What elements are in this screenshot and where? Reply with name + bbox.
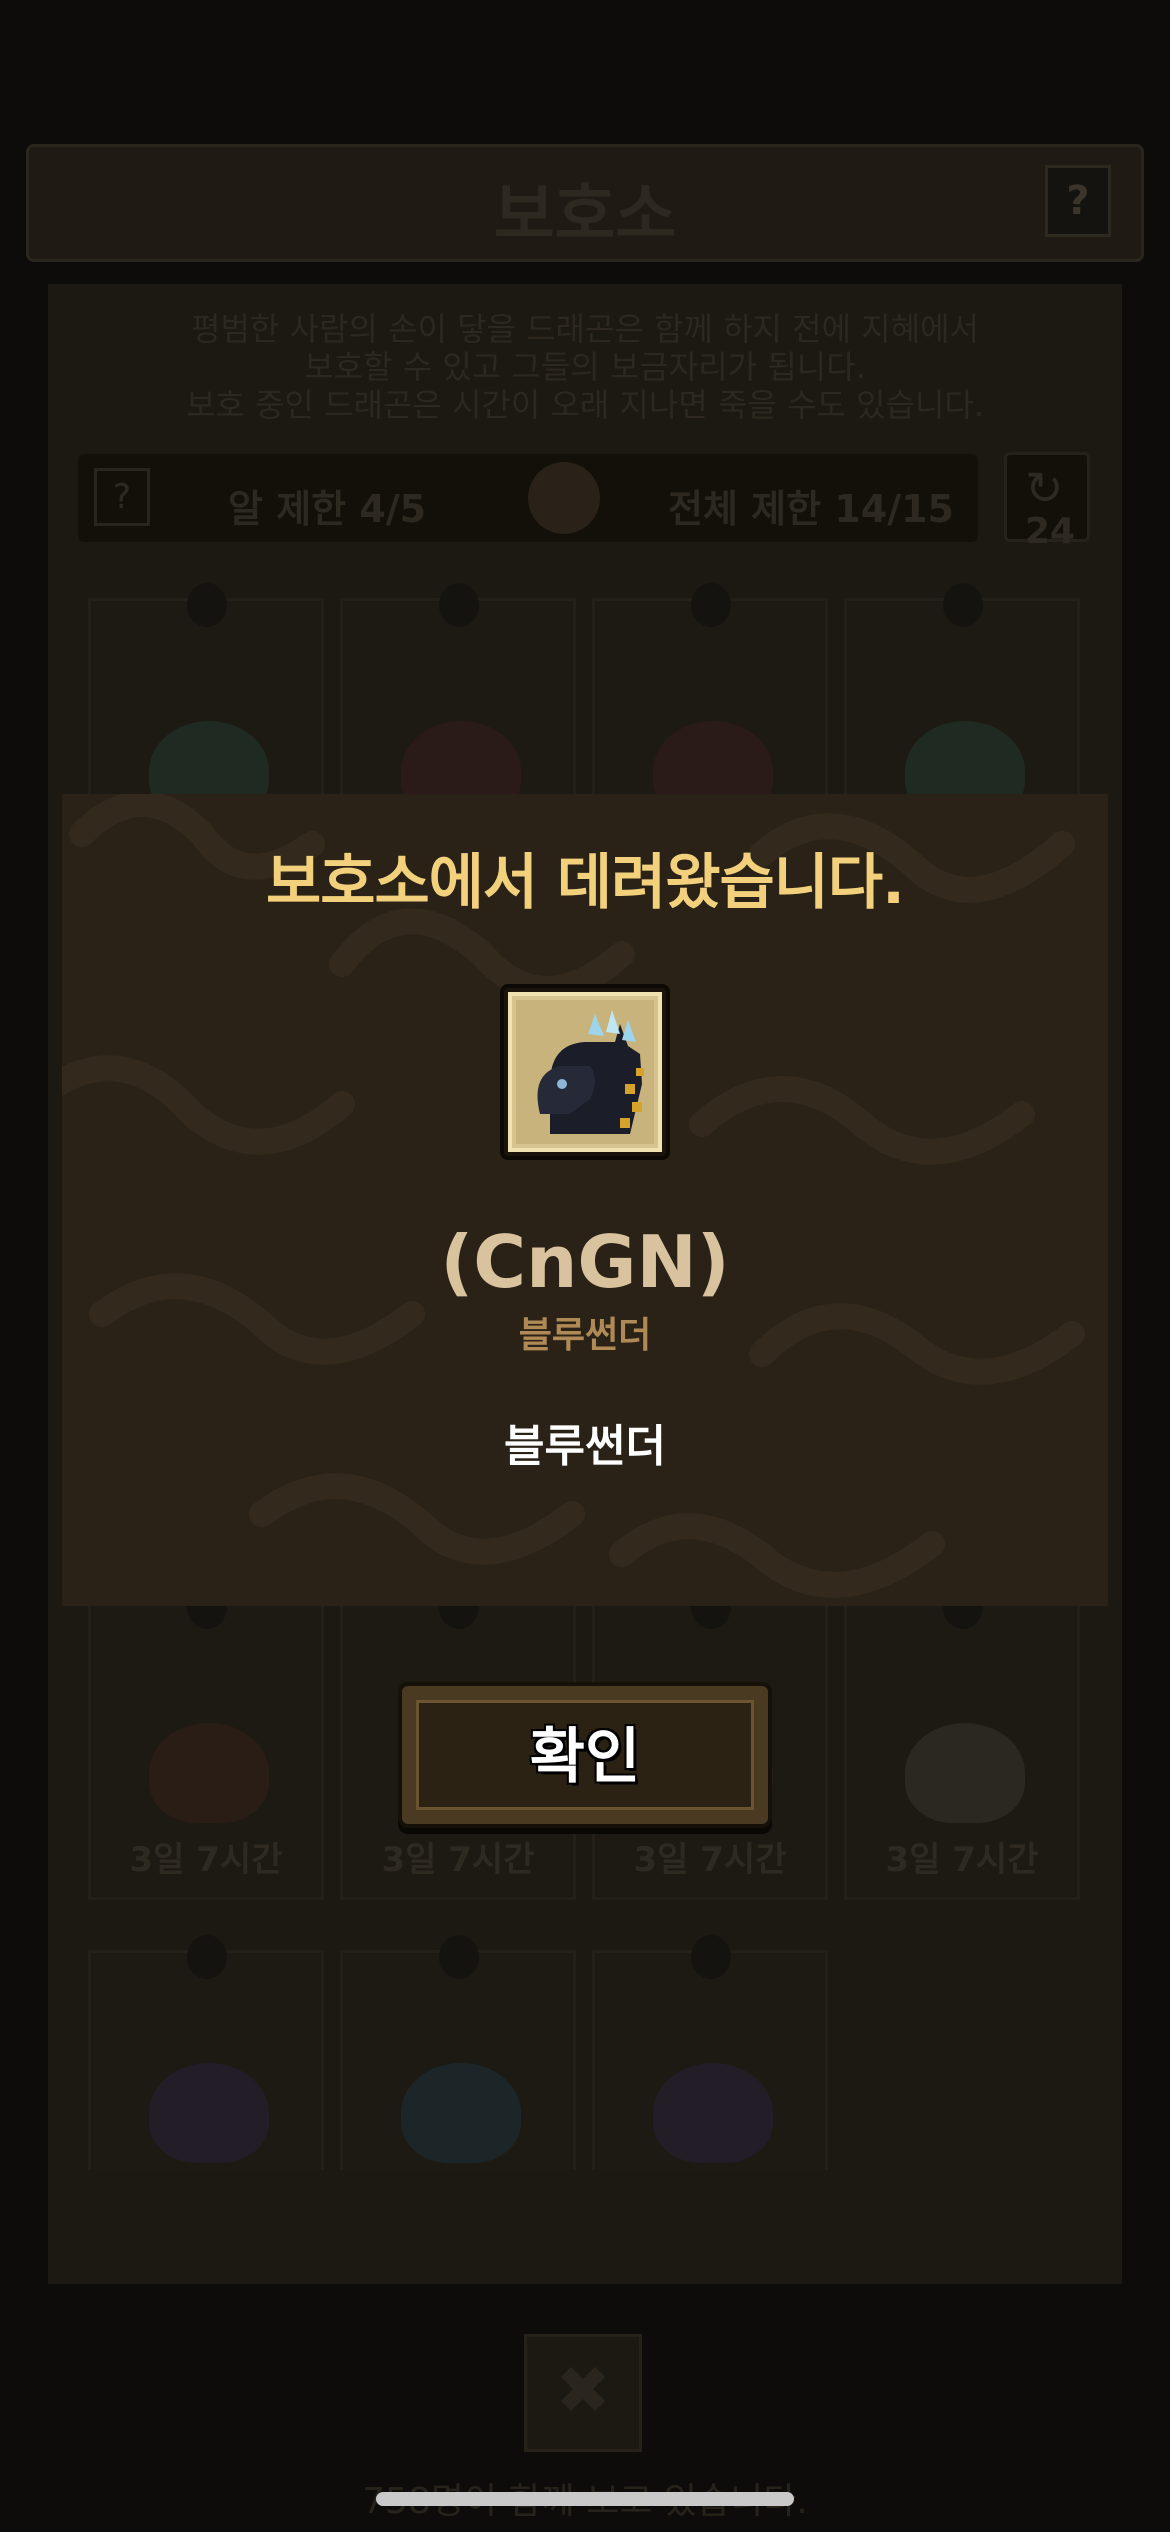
slot-timer: 3일 7시간 <box>633 1840 787 1880</box>
total-limit: 전체 제한 14/15 <box>668 478 954 533</box>
dragon-slot[interactable] <box>592 1935 828 2170</box>
pin-icon <box>439 1935 479 1979</box>
help-button[interactable]: ? <box>1045 165 1111 237</box>
dragon-slot[interactable] <box>340 1935 576 2170</box>
dragon-slot[interactable] <box>88 1935 324 2170</box>
dragon-emblem-icon <box>528 462 600 534</box>
refresh-icon: ↻ <box>1025 461 1064 515</box>
pin-icon <box>187 583 227 627</box>
shelter-description: 평범한 사람의 손이 닿을 드래곤은 함께 하지 전에 지혜에서 보호할 수 있… <box>128 310 1042 424</box>
dragon-slot[interactable]: 3일 7시간 <box>88 1585 324 1900</box>
dragon-portrait-icon <box>500 984 670 1160</box>
close-button[interactable]: ✖ <box>524 2334 642 2452</box>
egg-limit: 알 제한 4/5 <box>228 478 426 533</box>
dragon-caption: 블루썬더 <box>504 1421 666 1472</box>
slot-timer: 3일 7시간 <box>381 1840 535 1880</box>
total-limit-label: 전체 제한 <box>668 487 822 531</box>
dragon-sprite <box>149 1723 269 1823</box>
limit-help-button[interactable]: ? <box>94 468 150 526</box>
pin-icon <box>943 583 983 627</box>
description-line: 보호할 수 있고 그들의 보금자리가 됩니다. <box>304 348 866 386</box>
confirm-button[interactable]: 확인 <box>398 1682 772 1828</box>
dragon-slot[interactable]: 3일 7시간 <box>844 1585 1080 1900</box>
slot-timer: 3일 7시간 <box>885 1840 1039 1880</box>
dragon-sprite <box>149 2063 269 2163</box>
pin-icon <box>691 1935 731 1979</box>
pin-icon <box>187 1935 227 1979</box>
pin-icon <box>439 583 479 627</box>
modal-title: 보호소에서 데려왔습니다. <box>266 848 905 918</box>
adoption-result-modal: 보호소에서 데려왔습니다. (CnGN) 블루썬더 블루썬더 <box>62 794 1108 1606</box>
description-line: 보호 중인 드래곤은 시간이 오래 지나면 죽을 수도 있습니다. <box>185 386 985 424</box>
pin-icon <box>691 583 731 627</box>
page-title: 보호소 <box>493 176 677 253</box>
refresh-button[interactable]: ↻ 24 <box>1004 452 1090 552</box>
dragon-sprite <box>905 1723 1025 1823</box>
dragon-sprite <box>401 2063 521 2163</box>
dragon-name: (CnGN) <box>440 1220 730 1304</box>
dragon-species: 블루썬더 <box>518 1315 652 1356</box>
egg-limit-label: 알 제한 <box>228 487 347 531</box>
home-indicator[interactable] <box>376 2492 794 2506</box>
egg-limit-value: 4/5 <box>359 487 427 531</box>
slot-timer: 3일 7시간 <box>129 1840 283 1880</box>
limit-bar: ? 알 제한 4/5 전체 제한 14/15 <box>78 454 978 542</box>
total-limit-value: 14/15 <box>834 487 954 531</box>
description-line: 평범한 사람의 손이 닿을 드래곤은 함께 하지 전에 지혜에서 <box>191 310 979 348</box>
confirm-label: 확인 <box>529 1722 641 1792</box>
close-icon: ✖ <box>555 2352 611 2429</box>
shelter-header: 보호소 ? <box>26 144 1144 262</box>
refresh-count: 24 <box>1025 511 1076 552</box>
dragon-sprite <box>653 2063 773 2163</box>
dragon-portrait <box>500 984 670 1160</box>
